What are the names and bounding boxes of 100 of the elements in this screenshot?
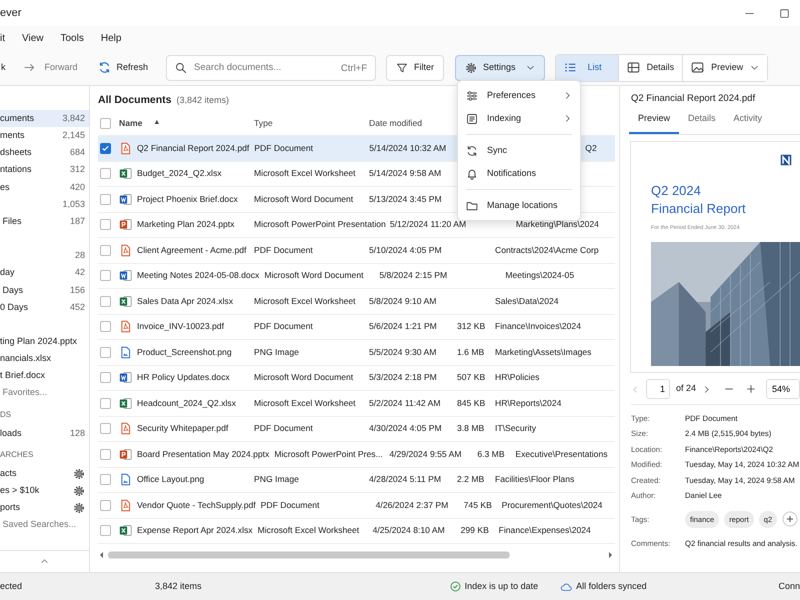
file-name: Board Presentation May 2024.pptx [137,448,270,461]
table-cell: Microsoft Excel Worksheet [254,398,356,408]
settings-button[interactable]: Settings [455,54,545,80]
file-name: Headcount_2024_Q2.xlsx [137,396,236,410]
sidebar-item[interactable]: day 42 [0,264,89,282]
sidebar-item[interactable]: ments 2,145 [0,127,89,144]
menu-item[interactable]: Sync [458,139,580,162]
page-field[interactable]: 1 [646,379,670,399]
document-heading: Q2 2024 [651,182,702,200]
sidebar-item[interactable]: 28 [0,247,89,264]
table-cell: PNG Image [254,346,299,357]
menu-item[interactable]: Indexing [458,107,580,130]
menu-item[interactable]: Tools [60,30,84,46]
file-name: Q2 Financial Report 2024.pdf [137,142,250,155]
table-row[interactable]: Sales Data Apr 2024.xlsx Microsoft Excel Worksheet 5/8/2024 9:10 AM Sales\Data\2024 [98,289,615,314]
column-header[interactable]: Type [254,117,369,130]
table-cell: 5/6/2024 1:21 PM [369,321,437,332]
sidebar-item[interactable]: Files 187 [0,213,89,230]
sidebar-item[interactable]: ports [0,499,89,517]
table-cell: 5/3/2024 2:18 PM [369,372,437,382]
file-name: Meeting Notes 2024-05-08.docx [137,269,260,282]
table-row[interactable]: Security Whitepaper.pdf PDF Document 4/30/2024 4:05 PM 3.8 MB IT\Security [98,416,615,442]
selection-status: ected [0,580,22,593]
table-row[interactable]: Meeting Notes 2024-05-08.docx Microsoft Word Document 5/8/2024 2:15 PM Meetings\2024-05 [98,264,615,289]
item-count: 156 [70,284,85,297]
document-heading: Financial Report [651,200,747,218]
column-header[interactable]: Date modified [369,117,457,130]
sidebar-item[interactable]: acts [0,465,89,482]
sidebar-item[interactable]: Saved Searches... [0,516,89,534]
menu-item[interactable]: Help [100,30,122,46]
table-cell: HR\Reports\2024 [495,398,562,408]
table-cell: Finance\Expenses\2024 [498,525,591,536]
table-row[interactable]: Headcount_2024_Q2.xlsx Microsoft Excel Worksheet 5/2/2024 11:42 AM 845 KB HR\Reports\2024 [98,391,615,416]
filter-button[interactable]: Filter [386,54,444,80]
sidebar-item[interactable]: es > $10k [0,482,89,500]
table-row[interactable]: Board Presentation May 2024.pptx Microsoft PowerPoint Pres... 4/29/2024 9:55 AM 6.3 MB Executive\Presentations [98,442,615,468]
sidebar-item[interactable]: ting Plan 2024.pptx [0,333,89,350]
menu-item[interactable]: Notifications [458,162,580,185]
table-row[interactable]: Vendor Quote - TechSupply.pdf PDF Document 4/26/2024 2:37 PM 745 KB Procurement\Quotes\2024 [98,493,615,518]
sync-status: All folders synced [576,580,647,593]
sidebar-item[interactable]: t Brief.docx [0,367,89,385]
file-name: Marketing Plan 2024.pptx [137,218,234,232]
sidebar-item[interactable]: loads 128 [0,424,89,442]
sidebar-item[interactable]: ntations 312 [0,162,89,179]
table-cell: PDF Document [254,321,313,332]
table-cell: 4/29/2024 9:55 AM [389,448,462,459]
table-cell: Marketing\Assets\Images [495,346,592,357]
preview-tab[interactable]: Activity [724,108,772,134]
table-cell: 5/8/2024 2:15 PM [379,270,448,280]
back-button[interactable]: k [0,54,6,80]
table-cell: Microsoft Excel Worksheet [254,168,356,178]
item-count: 187 [70,214,85,228]
table-row[interactable]: Office Layout.png PNG Image 4/28/2024 5:11 PM 2.2 MB Facilities\Floor Plans [98,468,615,493]
table-cell: 2.2 MB [457,474,484,484]
view-tab[interactable]: List [556,54,619,80]
preview-tab[interactable]: Details [679,108,725,134]
sidebar-item[interactable]: nancials.xlsx [0,350,89,368]
file-name: Budget_2024_Q2.xlsx [137,167,222,180]
table-cell: 1.6 MB [457,346,484,357]
file-name: Invoice_INV-10023.pdf [137,320,224,334]
table-cell: 4/25/2024 8:10 AM [372,525,445,536]
table-row[interactable]: Invoice_INV-10023.pdf PDF Document 5/6/2024 1:21 PM 312 KB Finance\Invoices\2024 [98,314,615,340]
table-cell: 312 KB [457,321,486,332]
table-cell: PNG Image [254,474,299,484]
table-cell: 4/30/2024 4:05 PM [369,423,442,434]
index-status: Index is up to date [464,580,538,593]
sidebar-item[interactable]: cuments 3,842 [0,110,89,128]
table-cell: PDF Document [260,500,320,510]
sidebar-item[interactable]: es 420 [0,178,89,196]
item-count: 128 [70,426,85,440]
sidebar-item[interactable]: dsheets 684 [0,144,89,162]
item-count: 420 [70,180,85,194]
table-cell: IT\Security [495,423,536,434]
table-cell: 5/5/2024 9:30 AM [369,346,436,357]
file-name: Project Phoenix Brief.docx [137,192,238,206]
zoom-field[interactable]: 54% [766,379,800,399]
refresh-button[interactable]: Refresh [90,54,156,80]
file-name: Sales Data Apr 2024.xlsx [137,294,234,308]
table-cell: 5/12/2024 11:20 AM [390,219,466,230]
table-cell: Microsoft Word Document [254,372,354,382]
table-row[interactable]: HR Policy Updates.docx Microsoft Word Document 5/3/2024 2:18 PM 507 KB HR\Policies [98,366,615,391]
sidebar-item[interactable]: 0 Days 452 [0,298,89,316]
item-count: 42 [74,266,85,280]
menu-item[interactable]: View [22,30,44,46]
item-count: (3,842 items) [176,94,230,108]
menu-item[interactable]: Preferences [458,84,580,107]
table-row[interactable]: Product_Screenshot.png PNG Image 5/5/2024 9:30 AM 1.6 MB Marketing\Assets\Images [98,340,615,366]
sidebar-item[interactable]: Favorites... [0,384,89,402]
preview-tab[interactable]: Preview [629,108,680,134]
sidebar-item[interactable]: Days 156 [0,282,89,299]
table-cell: 4/28/2024 5:11 PM [369,474,441,484]
table-cell: Facilities\Floor Plans [495,474,574,484]
table-cell: PDF Document [254,423,313,434]
table-cell: Microsoft Word Document [264,270,364,280]
file-name: Product_Screenshot.png [137,346,232,359]
table-row[interactable]: Client Agreement - Acme.pdf PDF Document 5/10/2024 4:05 PM Contracts\2024\Acme Corp [98,238,615,264]
table-cell: 507 KB [457,372,486,382]
menu-item[interactable]: it [0,30,5,46]
table-row[interactable]: Expense Report Apr 2024.xlsx Microsoft Excel Worksheet 4/25/2024 8:10 AM 299 KB Finance\Expenses\2024 [98,518,615,544]
sidebar-item[interactable]: 1,053 [0,196,89,214]
